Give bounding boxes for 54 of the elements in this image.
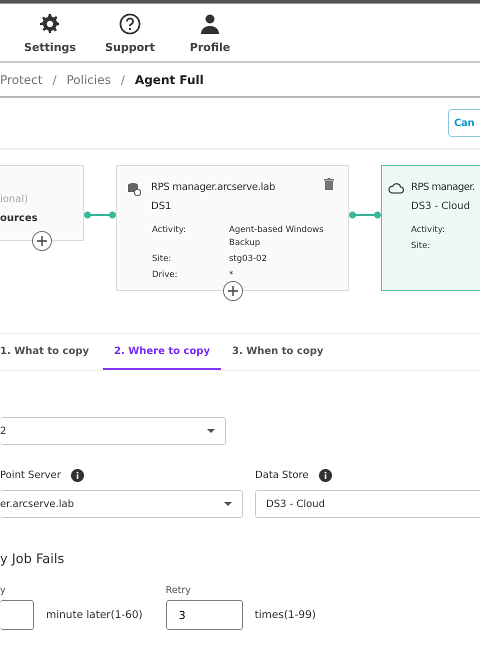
card-title: RPS manager.arcserve.lab [151, 182, 276, 193]
card-subtitle: ional) [0, 194, 30, 205]
field-label: Point Server [0, 470, 61, 480]
datastore-field[interactable]: DS3 - Cloud [255, 490, 480, 518]
unit-label: minute later(1-60) [46, 609, 143, 621]
number-input[interactable] [0, 600, 34, 630]
tab[interactable]: 2. Where to copy [103, 334, 221, 370]
policy-card[interactable]: RPS manager.arcserve.lab DS1 Activity: Agent-based Windows Backup Site: stg03-02 Drive: * [116, 165, 349, 291]
breadcrumb-link[interactable]: Protect [0, 72, 42, 86]
unit-label: times(1-99) [254, 609, 316, 621]
caret-icon [224, 502, 232, 506]
nav-item[interactable]: Settings [21, 4, 79, 61]
tab[interactable]: 3. When to copy [221, 334, 334, 370]
add-button[interactable] [222, 281, 242, 301]
policy-card[interactable]: RPS manager. DS3 - Cloud Activity: Site: [381, 165, 480, 291]
site-dropdown[interactable]: 2 [0, 417, 226, 445]
number-input[interactable]: 3 [166, 600, 243, 630]
info-icon [70, 468, 84, 482]
breadcrumb-separator: / [52, 72, 56, 86]
info-icon [318, 468, 332, 482]
nav-item[interactable]: Support [101, 4, 159, 61]
card-title: ources [0, 213, 38, 224]
plus-icon [37, 236, 47, 246]
gear-icon [39, 13, 61, 35]
caret-icon [207, 429, 215, 433]
detail-value: * [229, 269, 234, 282]
detail-value: stg03-02 [229, 253, 268, 266]
section-title: y Job Fails [0, 552, 66, 567]
breadcrumb-separator: / [120, 72, 125, 86]
detail-label: Activity: [152, 224, 188, 237]
detail-label: Activity: [411, 224, 446, 237]
server-dropdown[interactable]: er.arcserve.lab [0, 490, 243, 518]
card-subtitle: DS3 - Cloud [411, 201, 471, 212]
tab[interactable]: 1. What to copy [0, 334, 104, 370]
add-button[interactable] [32, 231, 52, 251]
help-icon [119, 13, 141, 35]
card-title: RPS manager. [411, 182, 475, 193]
detail-label: Site: [152, 253, 172, 266]
connector-line [84, 211, 116, 219]
field-label: Retry [166, 585, 192, 596]
detail-label: Drive: [152, 269, 179, 282]
nav-item[interactable]: Profile [181, 4, 239, 61]
cloud-icon [388, 182, 404, 194]
field-label: y [0, 585, 7, 596]
person-icon [199, 13, 221, 35]
field-label: Data Store [255, 470, 308, 480]
card-subtitle: DS1 [151, 201, 172, 212]
detail-label: Site: [411, 240, 432, 253]
trash-icon[interactable] [324, 178, 334, 190]
plus-icon [228, 286, 238, 296]
database-icon [127, 182, 141, 196]
connector-line [349, 211, 381, 219]
breadcrumb-link[interactable]: Policies [66, 72, 111, 86]
policy-card[interactable]: ional) ources [0, 165, 84, 241]
